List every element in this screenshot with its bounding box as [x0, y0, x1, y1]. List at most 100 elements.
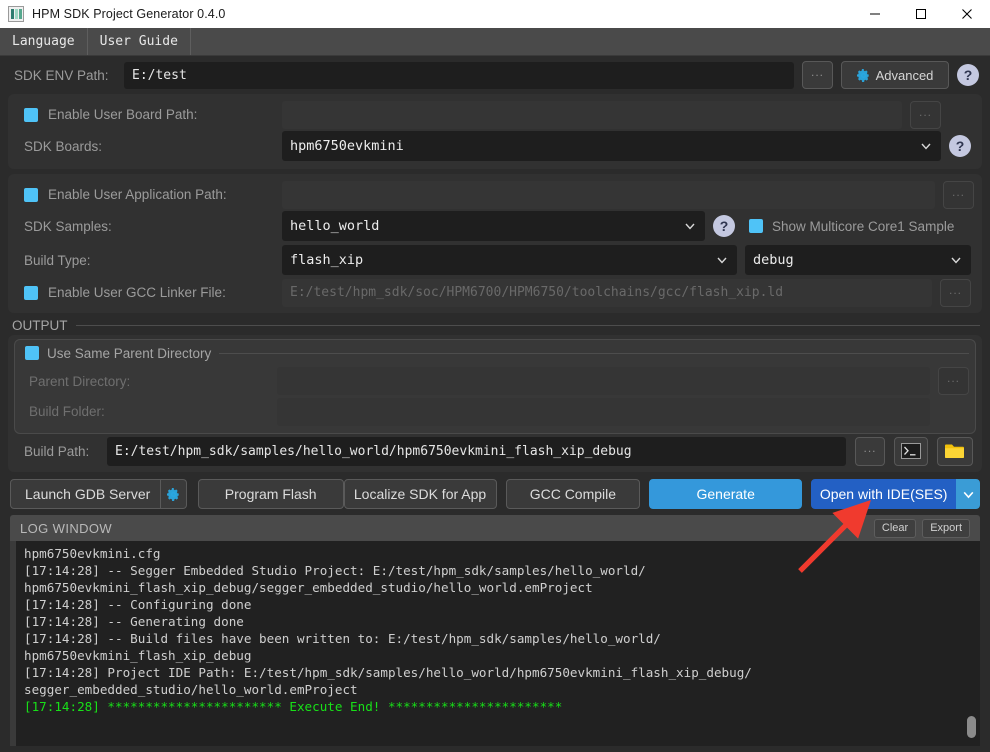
log-export-button[interactable]: Export	[922, 518, 970, 538]
gcc-linker-browse-button[interactable]: ...	[940, 278, 971, 307]
advanced-button-label: Advanced	[875, 67, 934, 83]
build-path-label: Build Path:	[24, 443, 90, 459]
show-multicore-core1-sample-label: Show Multicore Core1 Sample	[772, 218, 955, 234]
output-group-header: OUTPUT	[12, 318, 980, 333]
user-application-path-browse-button[interactable]: ...	[943, 180, 974, 209]
advanced-button[interactable]: Advanced	[841, 61, 949, 89]
sdk-samples-row: SDK Samples: hello_world ? Show Multicor…	[16, 209, 974, 243]
log-line: [17:14:28] -- Generating done	[24, 614, 244, 629]
window-controls	[852, 0, 990, 28]
show-multicore-core1-sample-checkbox[interactable]	[749, 219, 763, 233]
log-line: [17:14:28] -- Build files have been writ…	[24, 631, 661, 646]
generate-button[interactable]: Generate	[649, 479, 803, 509]
terminal-icon	[901, 443, 921, 459]
gear-icon	[167, 487, 180, 501]
enable-user-board-path-checkbox[interactable]	[24, 107, 38, 122]
sdk-boards-select[interactable]: hpm6750evkmini	[282, 131, 941, 161]
launch-gdb-server-settings-button[interactable]	[161, 479, 187, 509]
sdk-boards-value: hpm6750evkmini	[290, 138, 404, 154]
sdk-samples-help-button[interactable]: ?	[713, 215, 735, 237]
application-panel: Enable User Application Path: ... SDK Sa…	[8, 174, 982, 313]
build-path-input[interactable]: E:/test/hpm_sdk/samples/hello_world/hpm6…	[107, 436, 846, 466]
app-logo-icon	[8, 6, 24, 22]
build-path-browse-button[interactable]: ...	[855, 436, 885, 466]
sdk-samples-select[interactable]: hello_world	[282, 211, 705, 241]
enable-user-gcc-linker-file-checkbox[interactable]	[24, 285, 38, 300]
chevron-down-icon	[949, 253, 963, 267]
open-terminal-button[interactable]	[894, 436, 928, 466]
output-group-divider	[75, 325, 980, 326]
open-with-ide-dropdown-button[interactable]	[956, 479, 980, 509]
log-line: hpm6750evkmini.cfg	[24, 546, 161, 561]
parent-directory-browse-button[interactable]: ...	[938, 367, 969, 395]
parent-directory-row: Parent Directory: ...	[21, 366, 969, 396]
sdk-boards-row: SDK Boards: hpm6750evkmini ?	[16, 129, 974, 163]
log-line: hpm6750evkmini_flash_xip_debug/segger_em…	[24, 580, 593, 595]
board-panel: Enable User Board Path: ... SDK Boards: …	[8, 94, 982, 169]
sdk-samples-value: hello_world	[290, 218, 380, 234]
gcc-compile-button[interactable]: GCC Compile	[505, 479, 641, 509]
log-line: segger_embedded_studio/hello_world.emPro…	[24, 682, 358, 697]
sdk-samples-label: SDK Samples:	[24, 218, 112, 234]
build-folder-input[interactable]	[277, 397, 930, 426]
parent-directory-label: Parent Directory:	[29, 373, 131, 389]
log-line: [17:14:28] *********************** Execu…	[24, 699, 563, 714]
minimize-icon[interactable]	[852, 0, 898, 28]
user-app-path-row: Enable User Application Path: ...	[16, 180, 974, 209]
log-window-title: LOG WINDOW	[20, 520, 113, 536]
close-icon[interactable]	[944, 0, 990, 28]
build-folder-label: Build Folder:	[29, 404, 105, 419]
log-window: LOG WINDOW Clear Export hpm6750evkmini.c…	[10, 515, 980, 746]
open-folder-button[interactable]	[937, 436, 973, 466]
log-window-header: LOG WINDOW Clear Export	[10, 515, 980, 541]
maximize-icon[interactable]	[898, 0, 944, 28]
log-scrollbar[interactable]	[967, 541, 977, 746]
sdk-boards-label: SDK Boards:	[24, 138, 103, 154]
build-path-row: Build Path: E:/test/hpm_sdk/samples/hell…	[8, 434, 982, 468]
menu-item-language[interactable]: Language	[0, 28, 88, 55]
build-variant-select[interactable]: debug	[745, 245, 971, 275]
localize-sdk-for-app-button[interactable]: Localize SDK for App	[343, 479, 497, 509]
use-same-parent-directory-checkbox[interactable]	[25, 346, 39, 360]
build-type-select[interactable]: flash_xip	[282, 245, 737, 275]
program-flash-button[interactable]: Program Flash	[197, 479, 344, 509]
main-content: SDK ENV Path: E:/test ... Advanced ? Ena…	[0, 56, 990, 752]
output-panel: Use Same Parent Directory Parent Directo…	[8, 335, 982, 472]
same-parent-subpanel: Use Same Parent Directory Parent Directo…	[14, 339, 976, 434]
gcc-linker-file-input[interactable]: E:/test/hpm_sdk/soc/HPM6700/HPM6750/tool…	[282, 278, 932, 307]
chevron-down-icon	[715, 253, 729, 267]
enable-user-application-path-label: Enable User Application Path:	[48, 187, 227, 202]
window-title: HPM SDK Project Generator 0.4.0	[32, 7, 226, 21]
use-same-parent-row: Use Same Parent Directory	[21, 340, 969, 366]
enable-user-application-path-checkbox[interactable]	[24, 187, 38, 202]
sdk-env-help-button[interactable]: ?	[957, 64, 979, 86]
action-bar: Launch GDB Server Program Flash Localize…	[10, 479, 980, 509]
sdk-env-path-browse-button[interactable]: ...	[802, 61, 833, 89]
build-type-row: Build Type: flash_xip debug	[16, 243, 974, 277]
parent-directory-input[interactable]	[277, 367, 930, 395]
launch-gdb-server-button[interactable]: Launch GDB Server	[10, 479, 162, 509]
menu-item-user-guide[interactable]: User Guide	[88, 28, 191, 55]
enable-user-board-path-label: Enable User Board Path:	[48, 107, 198, 122]
user-application-path-input[interactable]	[282, 180, 935, 209]
menu-bar: Language User Guide	[0, 28, 990, 56]
sdk-boards-help-button[interactable]: ?	[949, 135, 971, 157]
chevron-down-icon	[683, 219, 697, 233]
sdk-env-path-label: SDK ENV Path:	[14, 67, 109, 83]
user-board-path-browse-button[interactable]: ...	[910, 100, 941, 129]
user-board-path-input[interactable]	[282, 100, 902, 129]
log-lines: hpm6750evkmini.cfg [17:14:28] -- Segger …	[24, 545, 974, 715]
build-type-value: flash_xip	[290, 252, 364, 268]
log-line: [17:14:28] -- Segger Embedded Studio Pro…	[24, 563, 646, 578]
log-clear-button[interactable]: Clear	[873, 518, 917, 538]
sdk-env-path-input[interactable]: E:/test	[124, 61, 794, 89]
folder-icon	[944, 442, 966, 460]
application-window: HPM SDK Project Generator 0.4.0 Language…	[0, 0, 990, 752]
log-window-body[interactable]: hpm6750evkmini.cfg [17:14:28] -- Segger …	[10, 541, 980, 746]
user-board-path-row: Enable User Board Path: ...	[16, 100, 974, 129]
output-group-label: OUTPUT	[12, 318, 68, 333]
sdk-env-path-row: SDK ENV Path: E:/test ... Advanced ?	[8, 56, 982, 94]
open-with-ide-button[interactable]: Open with IDE(SES)	[811, 479, 957, 509]
log-scrollbar-thumb[interactable]	[967, 716, 976, 738]
same-parent-divider	[219, 352, 969, 354]
